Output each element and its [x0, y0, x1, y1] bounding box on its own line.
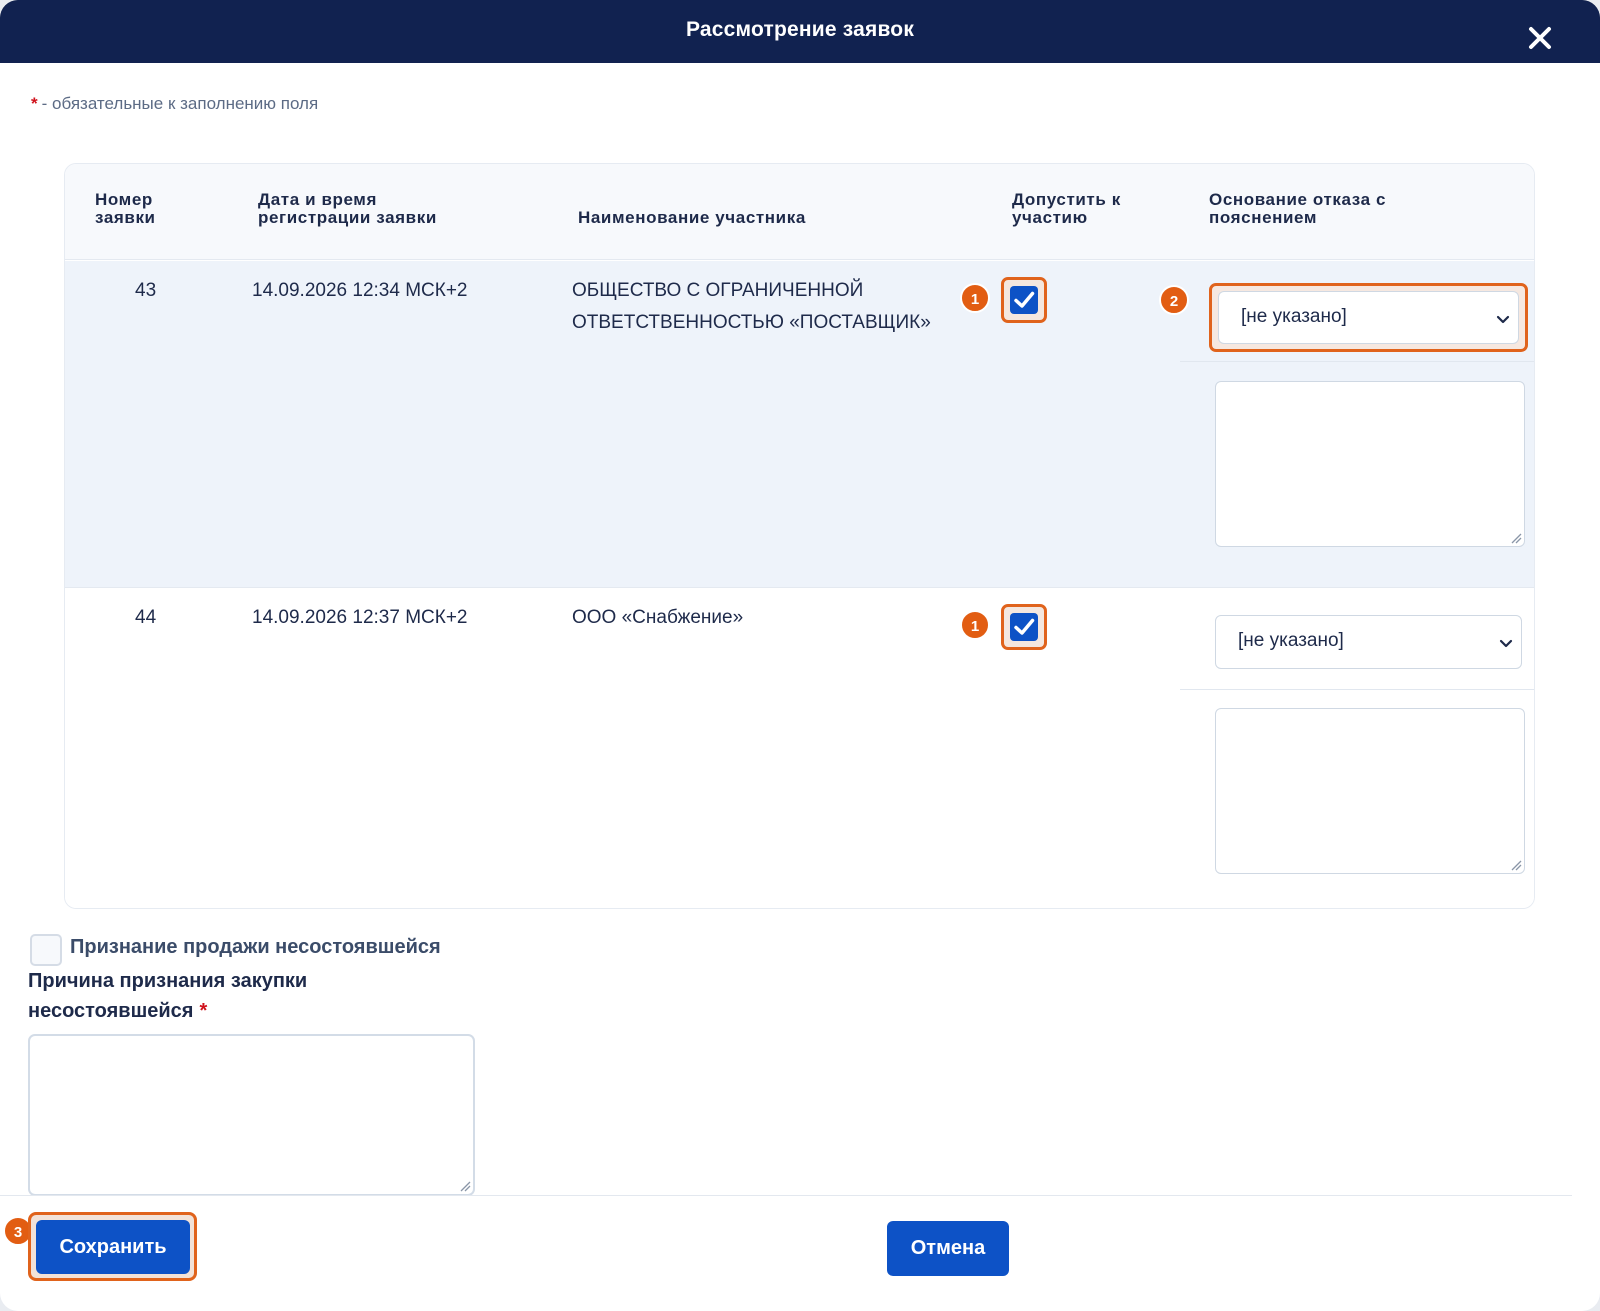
footer-divider	[0, 1195, 1572, 1196]
resize-grip-icon	[1510, 532, 1522, 544]
step-badge: 1	[960, 283, 990, 313]
application-datetime: 14.09.2026 12:37 МСК+2	[252, 607, 468, 628]
application-datetime: 14.09.2026 12:34 МСК+2	[252, 280, 468, 301]
header-admit: Допустить к участию	[1012, 190, 1121, 227]
chevron-down-icon	[1494, 310, 1512, 328]
application-number: 43	[135, 280, 157, 301]
reason-select-value: [не указано]	[1241, 306, 1347, 327]
participant-name: ООО «Снабжение»	[572, 607, 744, 628]
chevron-down-icon	[1497, 634, 1515, 652]
required-note-text: - обязательные к заполнению поля	[41, 94, 319, 113]
reason-select-highlight: [не указано]	[1209, 283, 1528, 352]
cancel-button[interactable]: Отмена	[887, 1221, 1009, 1276]
dialog-title: Рассмотрение заявок	[685, 18, 915, 41]
save-button[interactable]: Сохранить	[36, 1220, 190, 1274]
participant-name: ОБЩЕСТВО С ОГРАНИЧЕННОЙ ОТВЕТСТВЕННОСТЬЮ…	[572, 280, 931, 333]
header-datetime: Дата и время регистрации заявки	[258, 190, 437, 227]
admit-checkbox-highlight	[1001, 604, 1047, 650]
failure-reason-label-text: Причина признания закупки несостоявшейся	[28, 970, 308, 1022]
header-number: Номер заявки	[95, 190, 156, 227]
required-star: *	[31, 94, 38, 113]
reason-select-value: [не указано]	[1238, 630, 1344, 651]
checkmark-icon	[1014, 291, 1035, 308]
failed-sale-label: Признание продажи несостоявшейся	[70, 936, 441, 958]
checkmark-icon	[1014, 618, 1035, 635]
dialog-header: Рассмотрение заявок	[0, 0, 1600, 63]
admit-checkbox[interactable]	[1010, 613, 1038, 641]
step-badge: 2	[1159, 285, 1189, 315]
table-row: 44 14.09.2026 12:37 МСК+2 ООО «Снабжение…	[65, 587, 1534, 908]
failure-reason-label: Причина признания закупки несостоявшейся…	[28, 966, 448, 1026]
admit-checkbox[interactable]	[1010, 286, 1038, 314]
header-participant: Наименование участника	[578, 208, 806, 227]
admit-checkbox-highlight	[1001, 277, 1047, 323]
application-number: 44	[135, 607, 157, 628]
resize-grip-icon	[459, 1180, 471, 1192]
resize-grip-icon	[1510, 859, 1522, 871]
reason-divider	[1180, 689, 1534, 690]
applications-table: Номер заявки Дата и время регистрации за…	[64, 163, 1535, 909]
header-reason: Основание отказа с пояснением	[1209, 190, 1387, 227]
table-header: Номер заявки Дата и время регистрации за…	[65, 164, 1534, 260]
close-icon[interactable]	[1526, 24, 1554, 52]
table-row: 43 14.09.2026 12:34 МСК+2 ОБЩЕСТВО С ОГР…	[65, 261, 1534, 587]
reason-select[interactable]: [не указано]	[1215, 615, 1522, 669]
step-badge: 1	[960, 610, 990, 640]
required-star: *	[199, 1000, 208, 1022]
reason-comment-textarea[interactable]	[1215, 381, 1525, 547]
failure-reason-textarea[interactable]	[28, 1034, 475, 1196]
save-button-highlight: Сохранить	[28, 1212, 197, 1281]
failed-sale-checkbox[interactable]	[30, 934, 62, 966]
review-applications-dialog: Рассмотрение заявок * - обязательные к за…	[0, 0, 1600, 1311]
reason-comment-textarea[interactable]	[1215, 708, 1525, 874]
reason-select[interactable]: [не указано]	[1218, 291, 1519, 344]
required-fields-note: * - обязательные к заполнению поля	[31, 94, 318, 114]
reason-divider	[1180, 361, 1534, 362]
